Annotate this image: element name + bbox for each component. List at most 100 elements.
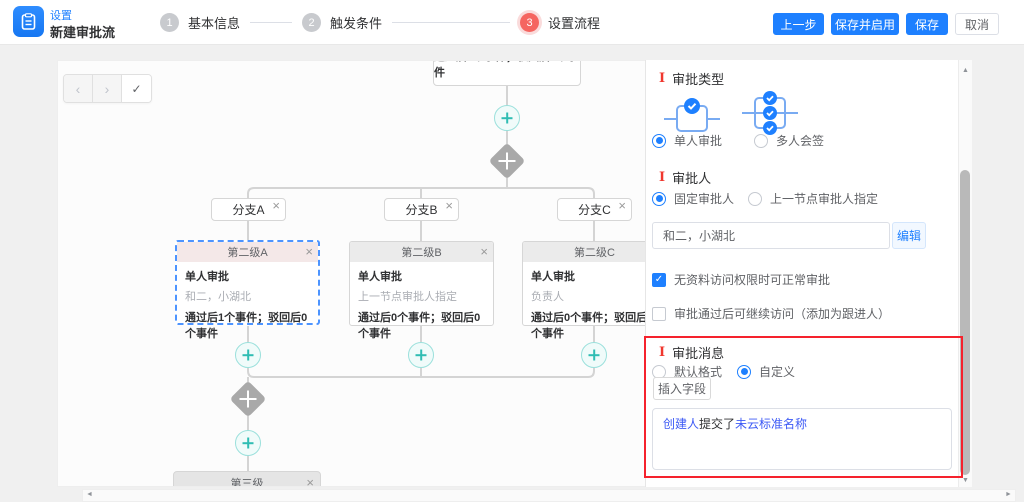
flow-node-level3[interactable]: 第三级 × xyxy=(173,471,321,487)
radio-fixed-approver[interactable] xyxy=(652,192,666,206)
close-icon[interactable]: × xyxy=(306,476,314,487)
radio-prev-node-approver[interactable] xyxy=(748,192,762,206)
approver-value: 和二，小湖北 xyxy=(663,227,735,244)
radio-single-approval[interactable] xyxy=(652,134,666,148)
branch-node-a[interactable]: 分支A × xyxy=(211,198,286,221)
radio-label[interactable]: 固定审批人 xyxy=(674,190,734,207)
radio-custom-format[interactable] xyxy=(737,365,751,379)
breadcrumb: 设置 xyxy=(50,7,72,23)
node-title: 第三级 xyxy=(231,475,264,487)
field-token: 创建人 xyxy=(663,417,699,431)
no-permission-checkbox-row: ✓ 无资料访问权限时可正常审批 xyxy=(652,271,830,288)
radio-label[interactable]: 多人会签 xyxy=(776,132,824,149)
step-2-circle: 2 xyxy=(302,13,321,32)
scroll-right-icon[interactable]: ► xyxy=(1005,491,1012,498)
top-header: 设置 新建审批流 1 基本信息 2 触发条件 3 设置流程 上一步 保存并启用 … xyxy=(0,0,1024,45)
required-icon: I xyxy=(659,170,665,185)
page-title: 新建审批流 xyxy=(50,22,115,41)
horizontal-scrollbar-track[interactable] xyxy=(82,489,1016,502)
branch-label: 分支A xyxy=(232,201,264,218)
section-label: 审批人 xyxy=(672,168,711,187)
main-area: ‹ › ✓ 通过后0个事件；驳回后0个事件 分支A × 分支B × 分支C × … xyxy=(0,45,1024,502)
approval-type-options: 单人审批 多人会签 xyxy=(652,132,824,149)
scroll-down-icon[interactable]: ▼ xyxy=(962,477,969,484)
scroll-up-icon[interactable]: ▲ xyxy=(962,67,969,74)
insert-field-button[interactable]: 插入字段 xyxy=(653,377,711,400)
prev-step-button[interactable]: 上一步 xyxy=(773,13,824,35)
checkbox-checked-icon[interactable]: ✓ xyxy=(652,273,666,287)
card-assignee: 和二，小湖北 xyxy=(177,284,318,304)
node-events-text: 通过后0个事件；驳回后0个事件 xyxy=(434,60,580,80)
undo-button[interactable]: ‹ xyxy=(64,75,93,102)
cancel-button[interactable]: 取消 xyxy=(955,13,999,35)
close-icon[interactable]: × xyxy=(272,199,280,212)
approver-section-title: I 审批人 xyxy=(659,168,711,187)
radio-label[interactable]: 自定义 xyxy=(759,363,795,380)
add-node-button[interactable] xyxy=(494,105,520,131)
multi-countersign-icon xyxy=(742,88,798,136)
scroll-left-icon[interactable]: ◄ xyxy=(86,491,93,498)
approver-options: 固定审批人 上一节点审批人指定 xyxy=(652,190,878,207)
save-and-enable-button[interactable]: 保存并启用 xyxy=(831,13,899,35)
add-node-button[interactable] xyxy=(581,342,607,368)
card-title: 第二级A xyxy=(227,244,267,260)
card-type: 单人审批 xyxy=(177,262,318,284)
branch-merge-icon[interactable] xyxy=(230,381,266,417)
save-button[interactable]: 保存 xyxy=(906,13,948,35)
approval-type-section-title: I 审批类型 xyxy=(659,69,724,88)
close-icon[interactable]: × xyxy=(480,245,488,258)
checkbox-label[interactable]: 无资料访问权限时可正常审批 xyxy=(674,271,830,288)
required-icon: I xyxy=(659,345,665,360)
card-assignee: 上一节点审批人指定 xyxy=(350,284,493,304)
step-1-label: 基本信息 xyxy=(188,13,240,32)
flow-node-level1[interactable]: 通过后0个事件；驳回后0个事件 xyxy=(433,60,581,86)
step-2-label: 触发条件 xyxy=(330,13,382,32)
section-label: 审批消息 xyxy=(672,343,724,362)
branch-label: 分支C xyxy=(578,201,611,218)
message-textarea[interactable]: 创建人提交了未云标准名称 xyxy=(652,408,952,470)
checkbox-label[interactable]: 审批通过后可继续访问（添加为跟进人） xyxy=(674,305,890,322)
card-title: 第二级B xyxy=(401,244,441,260)
checkbox-unchecked[interactable] xyxy=(652,307,666,321)
card-type: 单人审批 xyxy=(350,262,493,284)
close-icon[interactable]: × xyxy=(618,199,626,212)
step-divider xyxy=(392,22,510,23)
app-logo-icon xyxy=(13,6,44,37)
validate-button[interactable]: ✓ xyxy=(122,75,151,102)
step-3-circle: 3 xyxy=(520,13,539,32)
config-panel: I 审批类型 单人审批 多人会签 I 审批人 固定审 xyxy=(645,60,958,487)
redo-button[interactable]: › xyxy=(93,75,122,102)
branch-node-c[interactable]: 分支C × xyxy=(557,198,632,221)
branch-label: 分支B xyxy=(405,201,437,218)
card-events: 通过后1个事件；驳回后0个事件 xyxy=(177,304,318,341)
step-divider xyxy=(250,22,292,23)
radio-label[interactable]: 上一节点审批人指定 xyxy=(770,190,878,207)
radio-label[interactable]: 单人审批 xyxy=(674,132,722,149)
step-trigger: 2 触发条件 xyxy=(302,13,382,32)
add-node-button[interactable] xyxy=(235,430,261,456)
step-3-label: 设置流程 xyxy=(548,13,600,32)
section-label: 审批类型 xyxy=(672,69,724,88)
step-flow: 3 设置流程 xyxy=(520,13,600,32)
literal-text: 提交了 xyxy=(699,417,735,431)
radio-multi-countersign[interactable] xyxy=(754,134,768,148)
card-events: 通过后0个事件；驳回后0个事件 xyxy=(350,304,493,341)
close-icon[interactable]: × xyxy=(305,245,313,258)
step-indicator: 1 基本信息 2 触发条件 3 设置流程 xyxy=(160,0,600,45)
canvas-toolbar: ‹ › ✓ xyxy=(63,74,152,103)
single-approval-icon xyxy=(664,93,720,133)
step-basic-info: 1 基本信息 xyxy=(160,13,240,32)
follow-checkbox-row: 审批通过后可继续访问（添加为跟进人） xyxy=(652,305,890,322)
field-token: 未云标准名称 xyxy=(735,417,807,431)
branch-node-b[interactable]: 分支B × xyxy=(384,198,459,221)
edit-approver-button[interactable]: 编辑 xyxy=(892,222,926,249)
branch-split-icon[interactable] xyxy=(489,143,525,179)
approval-card-b[interactable]: 第二级B× 单人审批 上一节点审批人指定 通过后0个事件；驳回后0个事件 xyxy=(349,241,494,326)
approval-card-a[interactable]: 第二级A× 单人审批 和二，小湖北 通过后1个事件；驳回后0个事件 xyxy=(175,240,320,325)
panel-scrollbar-thumb[interactable] xyxy=(960,170,970,475)
close-icon[interactable]: × xyxy=(445,199,453,212)
add-node-button[interactable] xyxy=(235,342,261,368)
approver-input[interactable]: 和二，小湖北 xyxy=(652,222,890,249)
card-title: 第二级C xyxy=(574,244,615,260)
add-node-button[interactable] xyxy=(408,342,434,368)
